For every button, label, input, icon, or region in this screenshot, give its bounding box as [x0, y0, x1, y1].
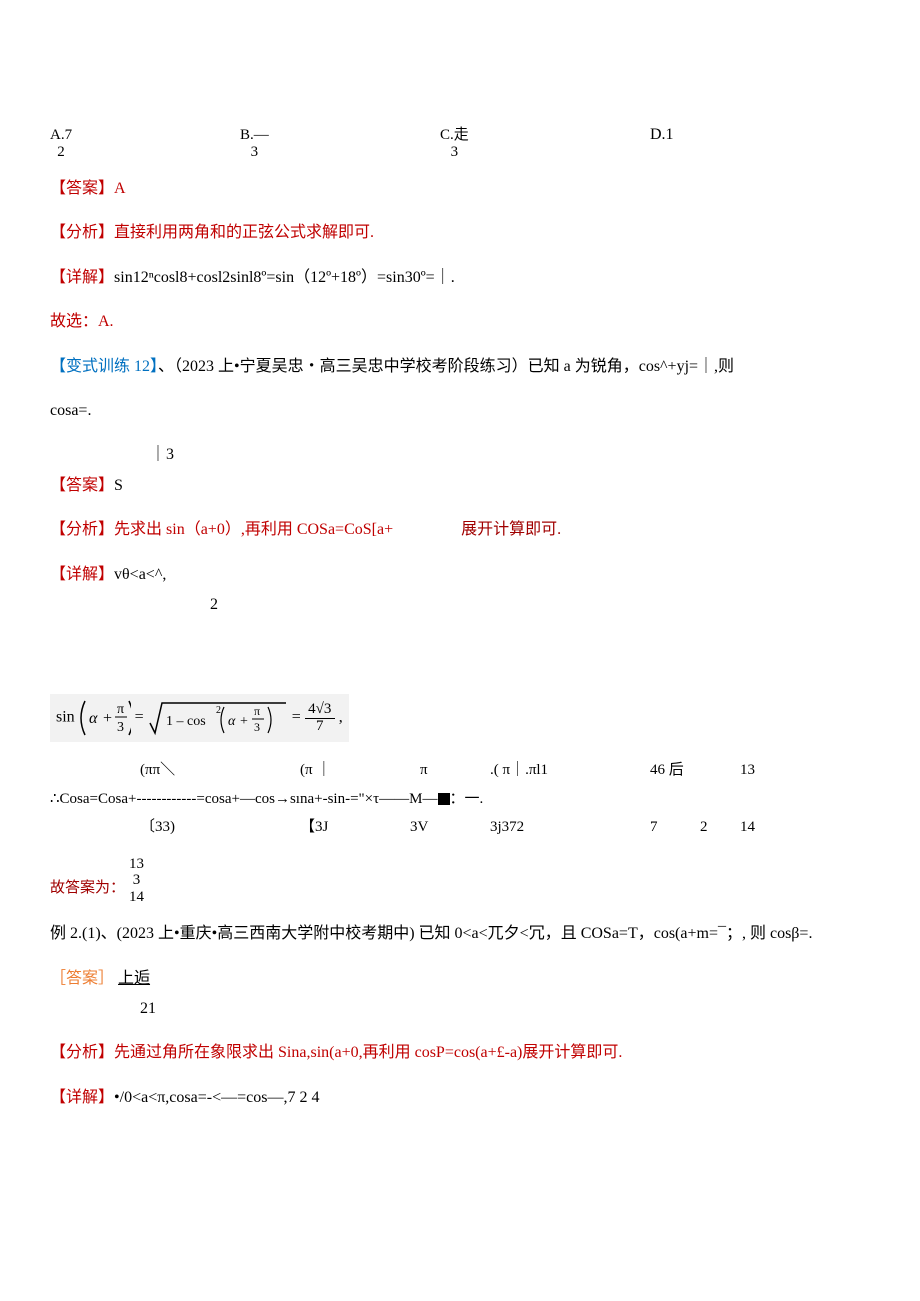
cosa-r3-g: 14	[740, 813, 755, 842]
detail-2-text: vθ<a<^,	[114, 566, 166, 583]
final-answer-1-mid: 3	[133, 872, 141, 889]
option-c-label: C.走	[440, 127, 469, 144]
cosa-r3-e: 7	[650, 813, 700, 842]
cosa-r2-tail: ：一.	[450, 791, 484, 807]
cosa-r1-d: .( π｜.πl1	[490, 756, 650, 785]
cosa-r3-a: 〔33)	[140, 813, 300, 842]
paren-open-icon: α + π 3	[79, 699, 131, 737]
detail-3: 【详解】•/0<a<π,cosa=-<—=cos—,7 2 4	[50, 1083, 870, 1113]
analysis-3-text: 先通过角所在象限求出 Sina,sin(a+0,再利用 cosP=cos(a+£…	[114, 1044, 622, 1061]
answer-1-value: A	[114, 180, 126, 197]
option-d: D.1	[650, 126, 674, 143]
option-b-sub: 3	[251, 144, 259, 161]
example-2: 例 2.(1)、(2023 上•重庆•高三西南大学附中校考期中) 已知 0<a<…	[50, 919, 870, 949]
black-square-icon	[438, 793, 450, 805]
answer-2-pre: ｜3	[50, 440, 870, 470]
detail-1-text: sin12ⁿcosl8+cosl2sinl8º=sin（12º+18º）=sin…	[114, 269, 455, 286]
formula-sin: sin	[56, 709, 75, 726]
cosa-r1-f: 13	[740, 756, 755, 785]
variant-12-line2: cosa=.	[50, 396, 870, 426]
answer-1: 【答案】A	[50, 174, 870, 204]
svg-text:1 – cos: 1 – cos	[166, 714, 206, 729]
detail-1: 【详解】sin12ⁿcosl8+cosl2sinl8º=sin（12º+18º）…	[50, 263, 870, 293]
svg-text:π: π	[254, 704, 260, 718]
answer-3-value: 上逅	[118, 970, 150, 987]
choice-1: 故选：A.	[50, 307, 870, 337]
answer-3-sub: 21	[50, 994, 870, 1024]
formula-rhs-num: 4√3	[308, 702, 331, 718]
option-c: C.走 3	[440, 127, 469, 160]
cosa-r2: ∴Cosa=Cosa+------------=cosa+—cos→sına+-…	[50, 791, 438, 807]
cosa-r1-b: (π ｜	[300, 756, 420, 785]
variant-12: 【变式训练 12】、（2023 上•宁夏吴忠・高三吴忠中学校考阶段练习）已知 a…	[50, 352, 870, 382]
option-a: A.7 2	[50, 127, 72, 160]
variant-12-text1: 、（2023 上•宁夏吴忠・高三吴忠中学校考阶段练习）已知 a 为锐角，cos^…	[158, 358, 734, 375]
option-a-label: A.7	[50, 127, 72, 144]
final-answer-1-bot: 14	[129, 889, 144, 906]
analysis-3-label: 【分析】	[50, 1044, 114, 1061]
cosa-r1-a: (ππ＼	[140, 756, 300, 785]
option-b: B.— 3	[240, 127, 269, 160]
svg-text:+: +	[103, 710, 112, 727]
answer-2-block: ｜3 【答案】S	[50, 440, 870, 501]
analysis-2: 【分析】先求出 sin（a+0）,再利用 COSa=CoS[a+ 展开计算即可.	[50, 515, 870, 545]
svg-text:3: 3	[254, 720, 260, 734]
cosa-r3-f: 2	[700, 813, 740, 842]
cosa-r1-c: π	[420, 756, 490, 785]
cosa-line: (ππ＼ (π ｜ π .( π｜.πl1 46 后 13 ∴Cosa=Cosa…	[50, 756, 870, 842]
analysis-2-text2: 展开计算即可.	[461, 521, 561, 538]
final-answer-1: 故答案为： 13 3 14	[50, 856, 870, 906]
detail-3-text: •/0<a<π,cosa=-<—=cos—,7 2 4	[114, 1089, 319, 1106]
analysis-1-label: 【分析】	[50, 224, 114, 241]
svg-text:+: +	[240, 714, 248, 729]
answer-1-label: 【答案】	[50, 180, 114, 197]
formula-eq2: =	[292, 709, 301, 726]
analysis-3: 【分析】先通过角所在象限求出 Sina,sin(a+0,再利用 cosP=cos…	[50, 1038, 870, 1068]
sqrt-icon: 1 – cos 2 α + π 3	[148, 697, 288, 739]
svg-text:2: 2	[216, 705, 221, 716]
detail-2: 【详解】vθ<a<^, 2	[50, 560, 870, 621]
cosa-r3-b: 【3J	[300, 813, 410, 842]
cosa-r1-e: 46 后	[650, 756, 740, 785]
cosa-r3-d: 3j372	[490, 813, 650, 842]
option-b-label: B.—	[240, 127, 269, 144]
option-c-sub: 3	[451, 144, 459, 161]
formula-rhs-frac: 4√3 7	[305, 702, 335, 735]
svg-text:α: α	[228, 714, 236, 729]
svg-text:π: π	[117, 702, 124, 717]
cosa-r3-c: 3V	[410, 813, 490, 842]
answer-2-value: S	[114, 477, 123, 494]
answer-3-label: ［答案］	[50, 970, 114, 987]
analysis-1: 【分析】直接利用两角和的正弦公式求解即可.	[50, 218, 870, 248]
answer-2-label: 【答案】	[50, 477, 114, 494]
analysis-2-text1: 先求出 sin（a+0）,再利用 COSa=CoS[a+	[114, 521, 393, 538]
svg-text:3: 3	[117, 720, 124, 735]
answer-3: ［答案］ 上逅 21	[50, 964, 870, 1025]
detail-3-label: 【详解】	[50, 1089, 114, 1106]
formula-eq1: =	[135, 709, 144, 726]
variant-12-label: 【变式训练 12】	[50, 358, 158, 375]
final-answer-1-label: 故答案为：	[50, 880, 125, 897]
detail-2-sub: 2	[50, 590, 870, 620]
analysis-1-text: 直接利用两角和的正弦公式求解即可.	[114, 224, 374, 241]
detail-2-label: 【详解】	[50, 566, 114, 583]
svg-text:α: α	[89, 710, 98, 727]
formula-image: sin α + π 3 = 1 – cos 2 α + π 3 = 4√3 7	[50, 694, 870, 742]
options-row: A.7 2 B.— 3 C.走 3 D.1	[50, 120, 870, 160]
final-answer-1-top: 13	[129, 856, 144, 873]
analysis-2-label: 【分析】	[50, 521, 114, 538]
option-a-sub: 2	[57, 144, 65, 161]
detail-1-label: 【详解】	[50, 269, 114, 286]
formula-rhs-den: 7	[316, 719, 324, 735]
